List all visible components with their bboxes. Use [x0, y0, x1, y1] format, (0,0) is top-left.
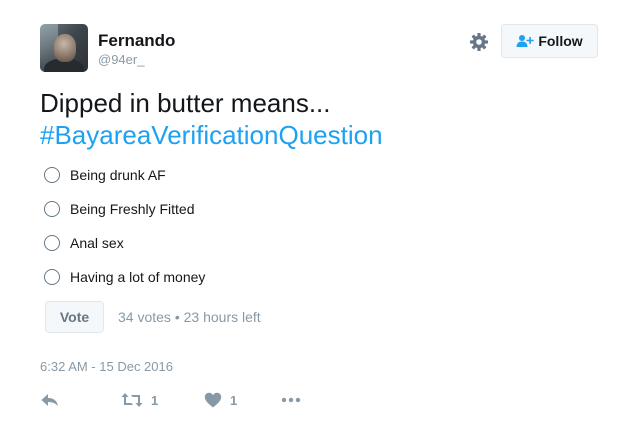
timestamp[interactable]: 6:32 AM - 15 Dec 2016	[40, 359, 173, 374]
poll-option-label: Being drunk AF	[70, 167, 166, 183]
gear-icon[interactable]	[469, 32, 489, 52]
reply-button[interactable]	[40, 390, 60, 410]
poll-separator: •	[174, 309, 180, 325]
radio-icon[interactable]	[44, 269, 60, 285]
like-count: 1	[230, 392, 238, 408]
more-button[interactable]	[281, 390, 301, 410]
tweet-body: Dipped in butter means...	[40, 88, 331, 118]
poll-option-label: Being Freshly Fitted	[70, 201, 195, 217]
retweet-button[interactable]: 1	[121, 390, 158, 410]
hashtag-link[interactable]: #BayareaVerificationQuestion	[40, 119, 600, 151]
retweet-count: 1	[151, 392, 159, 408]
follow-label: Follow	[538, 33, 583, 49]
radio-icon[interactable]	[44, 201, 60, 217]
user-name[interactable]: Fernando	[98, 31, 175, 51]
user-handle[interactable]: @94er_	[98, 52, 144, 68]
poll-option-label: Having a lot of money	[70, 269, 206, 285]
like-button[interactable]: 1	[204, 390, 237, 410]
avatar[interactable]	[40, 24, 88, 72]
radio-icon[interactable]	[44, 235, 60, 251]
radio-icon[interactable]	[44, 167, 60, 183]
poll-option-label: Anal sex	[70, 235, 124, 251]
poll-option[interactable]: Being Freshly Fitted	[44, 199, 195, 219]
poll-option[interactable]: Being drunk AF	[44, 165, 166, 185]
poll-option[interactable]: Having a lot of money	[44, 267, 205, 287]
time-left: 23 hours left	[183, 309, 261, 325]
reply-icon	[40, 391, 60, 409]
avatar-face	[54, 34, 76, 62]
retweet-icon	[121, 392, 143, 408]
vote-button[interactable]: Vote	[45, 301, 104, 333]
add-user-icon	[516, 34, 534, 48]
follow-button[interactable]: Follow	[501, 24, 598, 58]
tweet-text: Dipped in butter means... #BayareaVerifi…	[40, 87, 600, 151]
heart-icon	[204, 392, 222, 408]
more-icon	[281, 397, 301, 403]
poll-meta: 34 votes • 23 hours left	[118, 309, 261, 325]
poll-option[interactable]: Anal sex	[44, 233, 124, 253]
vote-count: 34 votes	[118, 309, 171, 325]
